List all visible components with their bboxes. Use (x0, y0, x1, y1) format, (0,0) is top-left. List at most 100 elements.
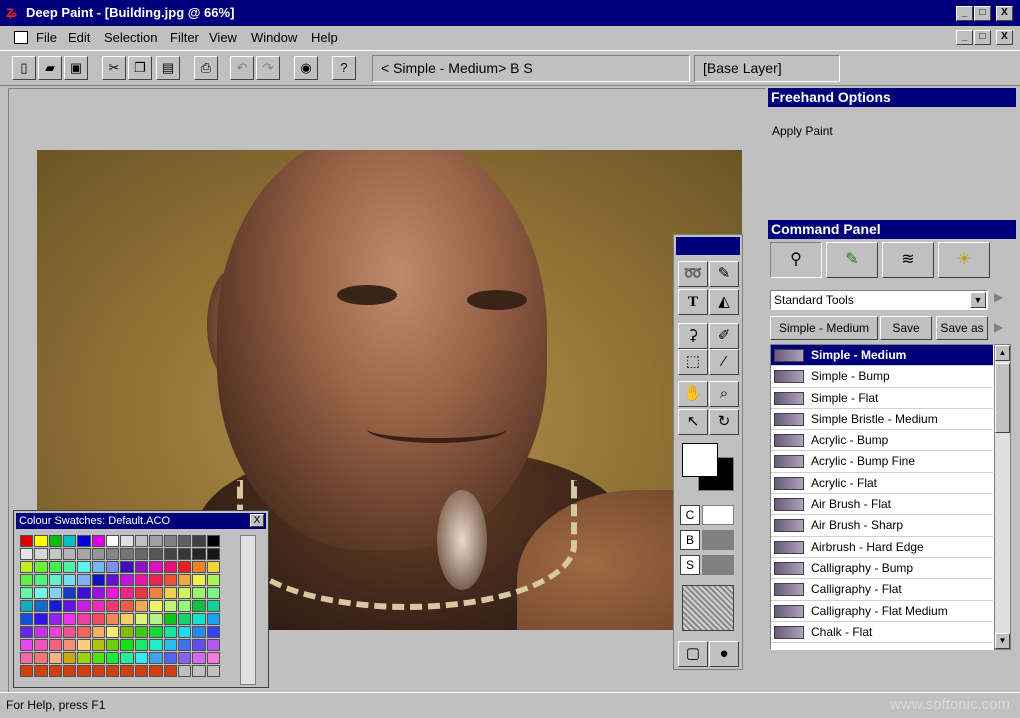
s-swatch[interactable] (702, 555, 734, 575)
color-swatch[interactable] (63, 561, 77, 573)
color-swatch[interactable] (20, 652, 34, 664)
color-swatch[interactable] (77, 548, 91, 560)
cut-icon[interactable]: ✂ (102, 56, 126, 80)
color-swatch[interactable] (177, 665, 192, 677)
color-swatch[interactable] (120, 548, 134, 560)
color-swatch[interactable] (206, 535, 220, 547)
color-swatch[interactable] (120, 535, 134, 547)
color-swatch[interactable] (34, 613, 48, 625)
color-swatch[interactable] (149, 665, 163, 677)
wand-icon[interactable]: ⁄ (709, 349, 739, 375)
marquee-icon[interactable]: ⬚ (678, 349, 708, 375)
color-swatch[interactable] (149, 600, 163, 612)
brush-item[interactable]: Airbrush - Hard Edge (771, 537, 993, 558)
color-swatch[interactable] (91, 639, 106, 651)
s-toggle[interactable]: S (680, 555, 700, 575)
color-swatch[interactable] (63, 613, 77, 625)
color-swatch[interactable] (48, 626, 63, 638)
color-swatch[interactable] (192, 652, 206, 664)
color-swatch[interactable] (34, 639, 48, 651)
color-swatch[interactable] (91, 652, 106, 664)
color-swatch[interactable] (91, 574, 106, 586)
layer-field[interactable]: [Base Layer] (694, 55, 840, 82)
brush-item[interactable]: Calligraphy - Flat (771, 579, 993, 601)
brush-list-scrollbar[interactable]: ▲ ▼ (994, 344, 1011, 650)
save-button[interactable]: Save (880, 316, 932, 340)
color-swatch[interactable] (134, 626, 149, 638)
color-swatch[interactable] (149, 561, 163, 573)
swatches-scrollbar[interactable] (240, 535, 256, 685)
color-swatch[interactable] (149, 613, 163, 625)
color-swatch[interactable] (77, 639, 91, 651)
stamp-icon[interactable]: ⚳ (678, 323, 708, 349)
color-swatch[interactable] (206, 626, 220, 638)
scroll-down-icon[interactable]: ▼ (995, 633, 1010, 649)
color-swatch[interactable] (48, 548, 63, 560)
color-swatch[interactable] (20, 626, 34, 638)
brush-item[interactable]: Simple - Bump (771, 366, 993, 388)
color-swatch[interactable] (163, 626, 177, 638)
color-swatch[interactable] (177, 548, 192, 560)
color-swatch[interactable] (149, 626, 163, 638)
menu-view[interactable]: View (209, 30, 237, 45)
color-swatch[interactable] (91, 613, 106, 625)
color-swatch[interactable] (134, 574, 149, 586)
color-swatch[interactable] (91, 535, 106, 547)
color-swatch[interactable] (163, 600, 177, 612)
color-swatch[interactable] (20, 561, 34, 573)
brush-item[interactable]: Air Brush - Sharp (771, 515, 993, 537)
doc-restore-button[interactable]: □ (974, 30, 991, 45)
help-icon[interactable]: ? (332, 56, 356, 80)
rotate-icon[interactable]: ↻ (709, 409, 739, 435)
color-swatch[interactable] (20, 587, 34, 599)
color-swatch[interactable] (106, 574, 120, 586)
new-icon[interactable]: ▯ (12, 56, 36, 80)
color-swatch[interactable] (120, 613, 134, 625)
color-swatch[interactable] (192, 587, 206, 599)
menu-window[interactable]: Window (251, 30, 297, 45)
color-swatch[interactable] (163, 652, 177, 664)
color-swatch[interactable] (34, 587, 48, 599)
color-swatch[interactable] (48, 587, 63, 599)
color-swatch[interactable] (149, 639, 163, 651)
color-swatch[interactable] (91, 665, 106, 677)
chevron-down-icon[interactable]: ▼ (970, 292, 986, 308)
color-swatch[interactable] (48, 665, 63, 677)
color-swatch[interactable] (91, 600, 106, 612)
color-swatch[interactable] (106, 665, 120, 677)
swatches-close-button[interactable]: X (250, 514, 264, 527)
color-swatch[interactable] (63, 652, 77, 664)
color-swatch[interactable] (192, 600, 206, 612)
brush-item[interactable]: Chalk - Flat (771, 622, 993, 644)
color-swatch[interactable] (34, 626, 48, 638)
color-swatch[interactable] (192, 613, 206, 625)
color-swatch[interactable] (63, 535, 77, 547)
color-swatch[interactable] (77, 613, 91, 625)
mask-icon[interactable]: ▢ (678, 641, 708, 667)
color-swatch[interactable] (192, 535, 206, 547)
color-swatch[interactable] (120, 652, 134, 664)
color-swatch[interactable] (106, 587, 120, 599)
color-swatch[interactable] (91, 587, 106, 599)
color-swatch[interactable] (192, 665, 206, 677)
color-swatch[interactable] (177, 613, 192, 625)
color-swatch[interactable] (77, 535, 91, 547)
brush-item[interactable]: Calligraphy - Bump (771, 558, 993, 580)
color-swatch[interactable] (77, 574, 91, 586)
color-swatch[interactable] (177, 535, 192, 547)
color-swatch[interactable] (120, 626, 134, 638)
color-swatch[interactable] (20, 665, 34, 677)
color-swatch[interactable] (134, 639, 149, 651)
color-swatch[interactable] (34, 548, 48, 560)
color-swatch[interactable] (177, 639, 192, 651)
color-swatch[interactable] (134, 600, 149, 612)
color-swatch[interactable] (34, 600, 48, 612)
color-swatch[interactable] (91, 548, 106, 560)
brush-item[interactable]: Air Brush - Flat (771, 494, 993, 516)
color-swatch[interactable] (20, 535, 34, 547)
print-icon[interactable]: ⎙ (194, 56, 218, 80)
close-button[interactable]: X (996, 6, 1013, 21)
color-swatch[interactable] (34, 574, 48, 586)
color-swatch[interactable] (48, 600, 63, 612)
brush-icon[interactable]: ✎ (709, 261, 739, 287)
